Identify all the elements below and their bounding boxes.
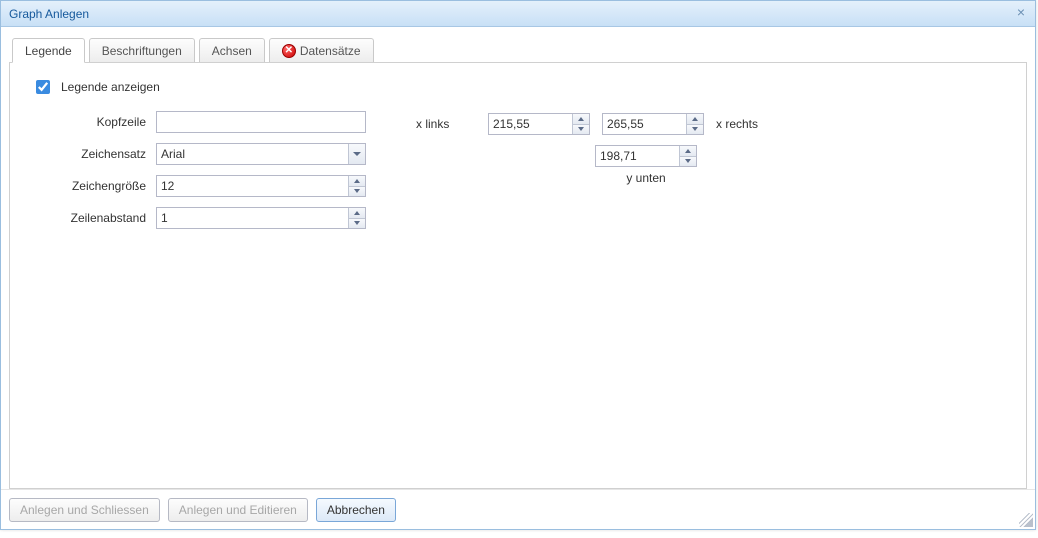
label-zeichengroesse: Zeichengröße <box>26 179 156 193</box>
error-icon: ✕ <box>282 44 296 58</box>
window-title: Graph Anlegen <box>9 7 89 21</box>
spinner-x-rechts[interactable]: 265,55 <box>602 113 704 135</box>
spinner-value: 265,55 <box>607 117 644 131</box>
spinner-down-icon[interactable] <box>687 125 703 135</box>
label-zeichensatz: Zeichensatz <box>26 147 156 161</box>
tab-label: Datensätze <box>300 44 361 58</box>
spinner-value: 215,55 <box>493 117 530 131</box>
spinner-down-icon[interactable] <box>349 187 365 197</box>
spinner-down-icon[interactable] <box>680 157 696 167</box>
form-left-column: Kopfzeile Zeichensatz Arial <box>26 111 376 239</box>
button-abbrechen[interactable]: Abbrechen <box>316 498 396 522</box>
tabstrip: Legende Beschriftungen Achsen ✕ Datensät… <box>9 35 1027 63</box>
tab-beschriftungen[interactable]: Beschriftungen <box>89 38 195 62</box>
spinner-value: 1 <box>161 211 168 225</box>
label-kopfzeile: Kopfzeile <box>26 115 156 129</box>
tab-label: Beschriftungen <box>102 44 182 58</box>
tab-legende[interactable]: Legende <box>12 38 85 63</box>
dialog-footer: Anlegen und Schliessen Anlegen und Editi… <box>1 489 1035 529</box>
spinner-up-icon[interactable] <box>687 114 703 125</box>
spinner-up-icon[interactable] <box>349 208 365 219</box>
tab-label: Legende <box>25 44 72 58</box>
spinner-x-links[interactable]: 215,55 <box>488 113 590 135</box>
label-legende-anzeigen: Legende anzeigen <box>61 80 160 94</box>
spinner-down-icon[interactable] <box>349 219 365 229</box>
titlebar: Graph Anlegen × <box>1 1 1035 27</box>
spinner-y-unten[interactable]: 198,71 <box>595 145 697 167</box>
tab-datensaetze[interactable]: ✕ Datensätze <box>269 38 374 62</box>
spinner-down-icon[interactable] <box>573 125 589 135</box>
chevron-down-icon[interactable] <box>348 144 365 164</box>
dialog-graph-anlegen: Graph Anlegen × Legende Beschriftungen A… <box>0 0 1036 530</box>
combo-value: Arial <box>161 147 185 161</box>
checkbox-legende-anzeigen[interactable] <box>36 80 50 94</box>
button-label: Anlegen und Schliessen <box>20 503 149 517</box>
dialog-body: Legende Beschriftungen Achsen ✕ Datensät… <box>1 27 1035 489</box>
button-anlegen-schliessen[interactable]: Anlegen und Schliessen <box>9 498 160 522</box>
tabpanel-legende: Legende anzeigen Kopfzeile Zeichensatz <box>9 63 1027 489</box>
spinner-value: 198,71 <box>600 149 637 163</box>
spinner-up-icon[interactable] <box>573 114 589 125</box>
label-zeilenabstand: Zeilenabstand <box>26 211 156 225</box>
input-kopfzeile[interactable] <box>156 111 366 133</box>
label-x-rechts: x rechts <box>716 117 758 131</box>
spinner-value: 12 <box>161 179 174 193</box>
label-x-links: x links <box>416 117 476 131</box>
spinner-zeichengroesse[interactable]: 12 <box>156 175 366 197</box>
close-icon[interactable]: × <box>1013 5 1029 21</box>
resize-grip-icon[interactable] <box>1019 513 1033 527</box>
tab-achsen[interactable]: Achsen <box>199 38 265 62</box>
spinner-zeilenabstand[interactable]: 1 <box>156 207 366 229</box>
combo-zeichensatz[interactable]: Arial <box>156 143 366 165</box>
button-label: Anlegen und Editieren <box>179 503 297 517</box>
tab-label: Achsen <box>212 44 252 58</box>
spinner-up-icon[interactable] <box>349 176 365 187</box>
label-y-unten: y unten <box>626 171 665 185</box>
button-label: Abbrechen <box>327 503 385 517</box>
spinner-up-icon[interactable] <box>680 146 696 157</box>
form-right-column: x links 215,55 265,55 <box>416 111 816 185</box>
button-anlegen-editieren[interactable]: Anlegen und Editieren <box>168 498 308 522</box>
